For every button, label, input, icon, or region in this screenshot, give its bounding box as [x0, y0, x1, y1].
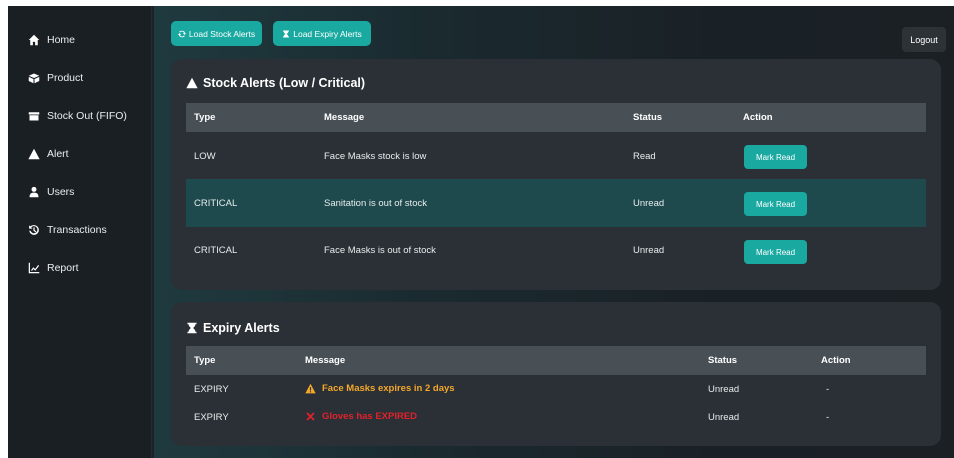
sidebar-item-label: Home	[47, 34, 76, 46]
row-status: Unread	[708, 412, 740, 423]
row-message: Face Masks is out of stock	[324, 245, 436, 256]
sidebar-item-label: Users	[47, 186, 75, 198]
refresh-icon	[177, 30, 186, 37]
chart-line-icon	[28, 262, 40, 274]
sidebar-item-users[interactable]: Users	[28, 186, 74, 198]
stock-alerts-header: Stock Alerts (Low / Critical)	[186, 76, 365, 90]
warning-icon	[305, 383, 316, 394]
stock-alerts-title: Stock Alerts (Low / Critical)	[203, 76, 366, 90]
main-content: Load Stock Alerts Load Expiry Alerts Log…	[154, 6, 954, 458]
product-icon	[28, 73, 40, 84]
table-row: CRITICAL Sanitation is out of stock Unre…	[186, 179, 926, 227]
mark-read-button[interactable]: Mark Read	[744, 240, 807, 264]
row-type: LOW	[194, 151, 216, 162]
row-status: Read	[633, 151, 656, 162]
sidebar-item-alert[interactable]: Alert	[28, 148, 69, 160]
expiry-alerts-header: Expiry Alerts	[186, 321, 280, 335]
expiry-table-header: Type Message Status Action	[186, 346, 926, 375]
row-type: EXPIRY	[194, 412, 229, 423]
sidebar-item-label: Stock Out (FIFO)	[47, 110, 127, 122]
row-status: Unread	[633, 198, 665, 209]
sidebar-item-label: Alert	[47, 148, 69, 160]
mark-read-button[interactable]: Mark Read	[744, 192, 807, 216]
alert-icon	[28, 148, 40, 160]
sidebar-item-label: Transactions	[47, 224, 107, 236]
row-action: -	[826, 384, 830, 395]
column-header-status: Status	[633, 112, 663, 123]
cross-icon	[306, 412, 315, 421]
load-expiry-alerts-button[interactable]: Load Expiry Alerts	[273, 21, 371, 46]
mark-read-button[interactable]: Mark Read	[744, 145, 807, 169]
sidebar-item-product[interactable]: Product	[28, 72, 83, 84]
row-type: CRITICAL	[194, 198, 238, 209]
sidebar: Home Product Stock Out (FIFO) Alert User…	[8, 6, 152, 458]
load-expiry-alerts-label: Load Expiry Alerts	[293, 28, 362, 39]
expiry-alerts-card: Expiry Alerts Type Message Status Action…	[171, 302, 941, 446]
stock-alerts-card: Stock Alerts (Low / Critical) Type Messa…	[171, 59, 941, 290]
hourglass-icon	[187, 322, 197, 334]
users-icon	[29, 186, 39, 198]
row-type: CRITICAL	[194, 245, 238, 256]
stock-out-icon	[28, 112, 40, 121]
row-message: Sanitation is out of stock	[324, 198, 427, 209]
row-status: Unread	[708, 384, 740, 395]
table-row: CRITICAL Face Masks is out of stock Unre…	[186, 227, 926, 275]
load-stock-alerts-button[interactable]: Load Stock Alerts	[171, 21, 262, 46]
column-header-type: Type	[194, 355, 216, 366]
app-window: Home Product Stock Out (FIFO) Alert User…	[8, 6, 954, 458]
table-row: EXPIRY Gloves has EXPIRED Unread -	[186, 403, 926, 431]
hourglass-icon	[283, 30, 290, 37]
sidebar-item-label: Product	[47, 72, 84, 84]
sidebar-item-home[interactable]: Home	[28, 34, 75, 46]
column-header-message: Message	[324, 112, 365, 123]
sidebar-item-transactions[interactable]: Transactions	[28, 224, 107, 236]
history-icon	[29, 225, 39, 235]
row-status: Unread	[633, 245, 665, 256]
row-action: -	[826, 412, 830, 423]
table-row: LOW Face Masks stock is low Read Mark Re…	[186, 132, 926, 179]
row-message-text: Gloves has EXPIRED	[322, 411, 418, 422]
row-type: EXPIRY	[194, 384, 229, 395]
column-header-message: Message	[305, 355, 346, 366]
sidebar-item-label: Report	[47, 262, 79, 274]
warning-triangle-icon	[186, 77, 198, 89]
stock-table-header: Type Message Status Action	[186, 103, 926, 132]
sidebar-item-report[interactable]: Report	[28, 262, 79, 274]
row-message: Face Masks stock is low	[324, 151, 427, 162]
logout-button[interactable]: Logout	[902, 27, 946, 52]
column-header-action: Action	[743, 112, 773, 123]
row-message: Gloves has EXPIRED	[305, 411, 417, 422]
home-icon	[28, 34, 40, 46]
row-message-text: Face Masks expires in 2 days	[322, 383, 455, 394]
expiry-alerts-title: Expiry Alerts	[203, 321, 280, 335]
column-header-type: Type	[194, 112, 216, 123]
row-message: Face Masks expires in 2 days	[305, 383, 455, 394]
sidebar-item-stock-out[interactable]: Stock Out (FIFO)	[28, 110, 127, 122]
column-header-status: Status	[708, 355, 738, 366]
load-stock-alerts-label: Load Stock Alerts	[188, 28, 256, 39]
column-header-action: Action	[821, 355, 851, 366]
table-row: EXPIRY Face Masks expires in 2 days Unre…	[186, 375, 926, 403]
